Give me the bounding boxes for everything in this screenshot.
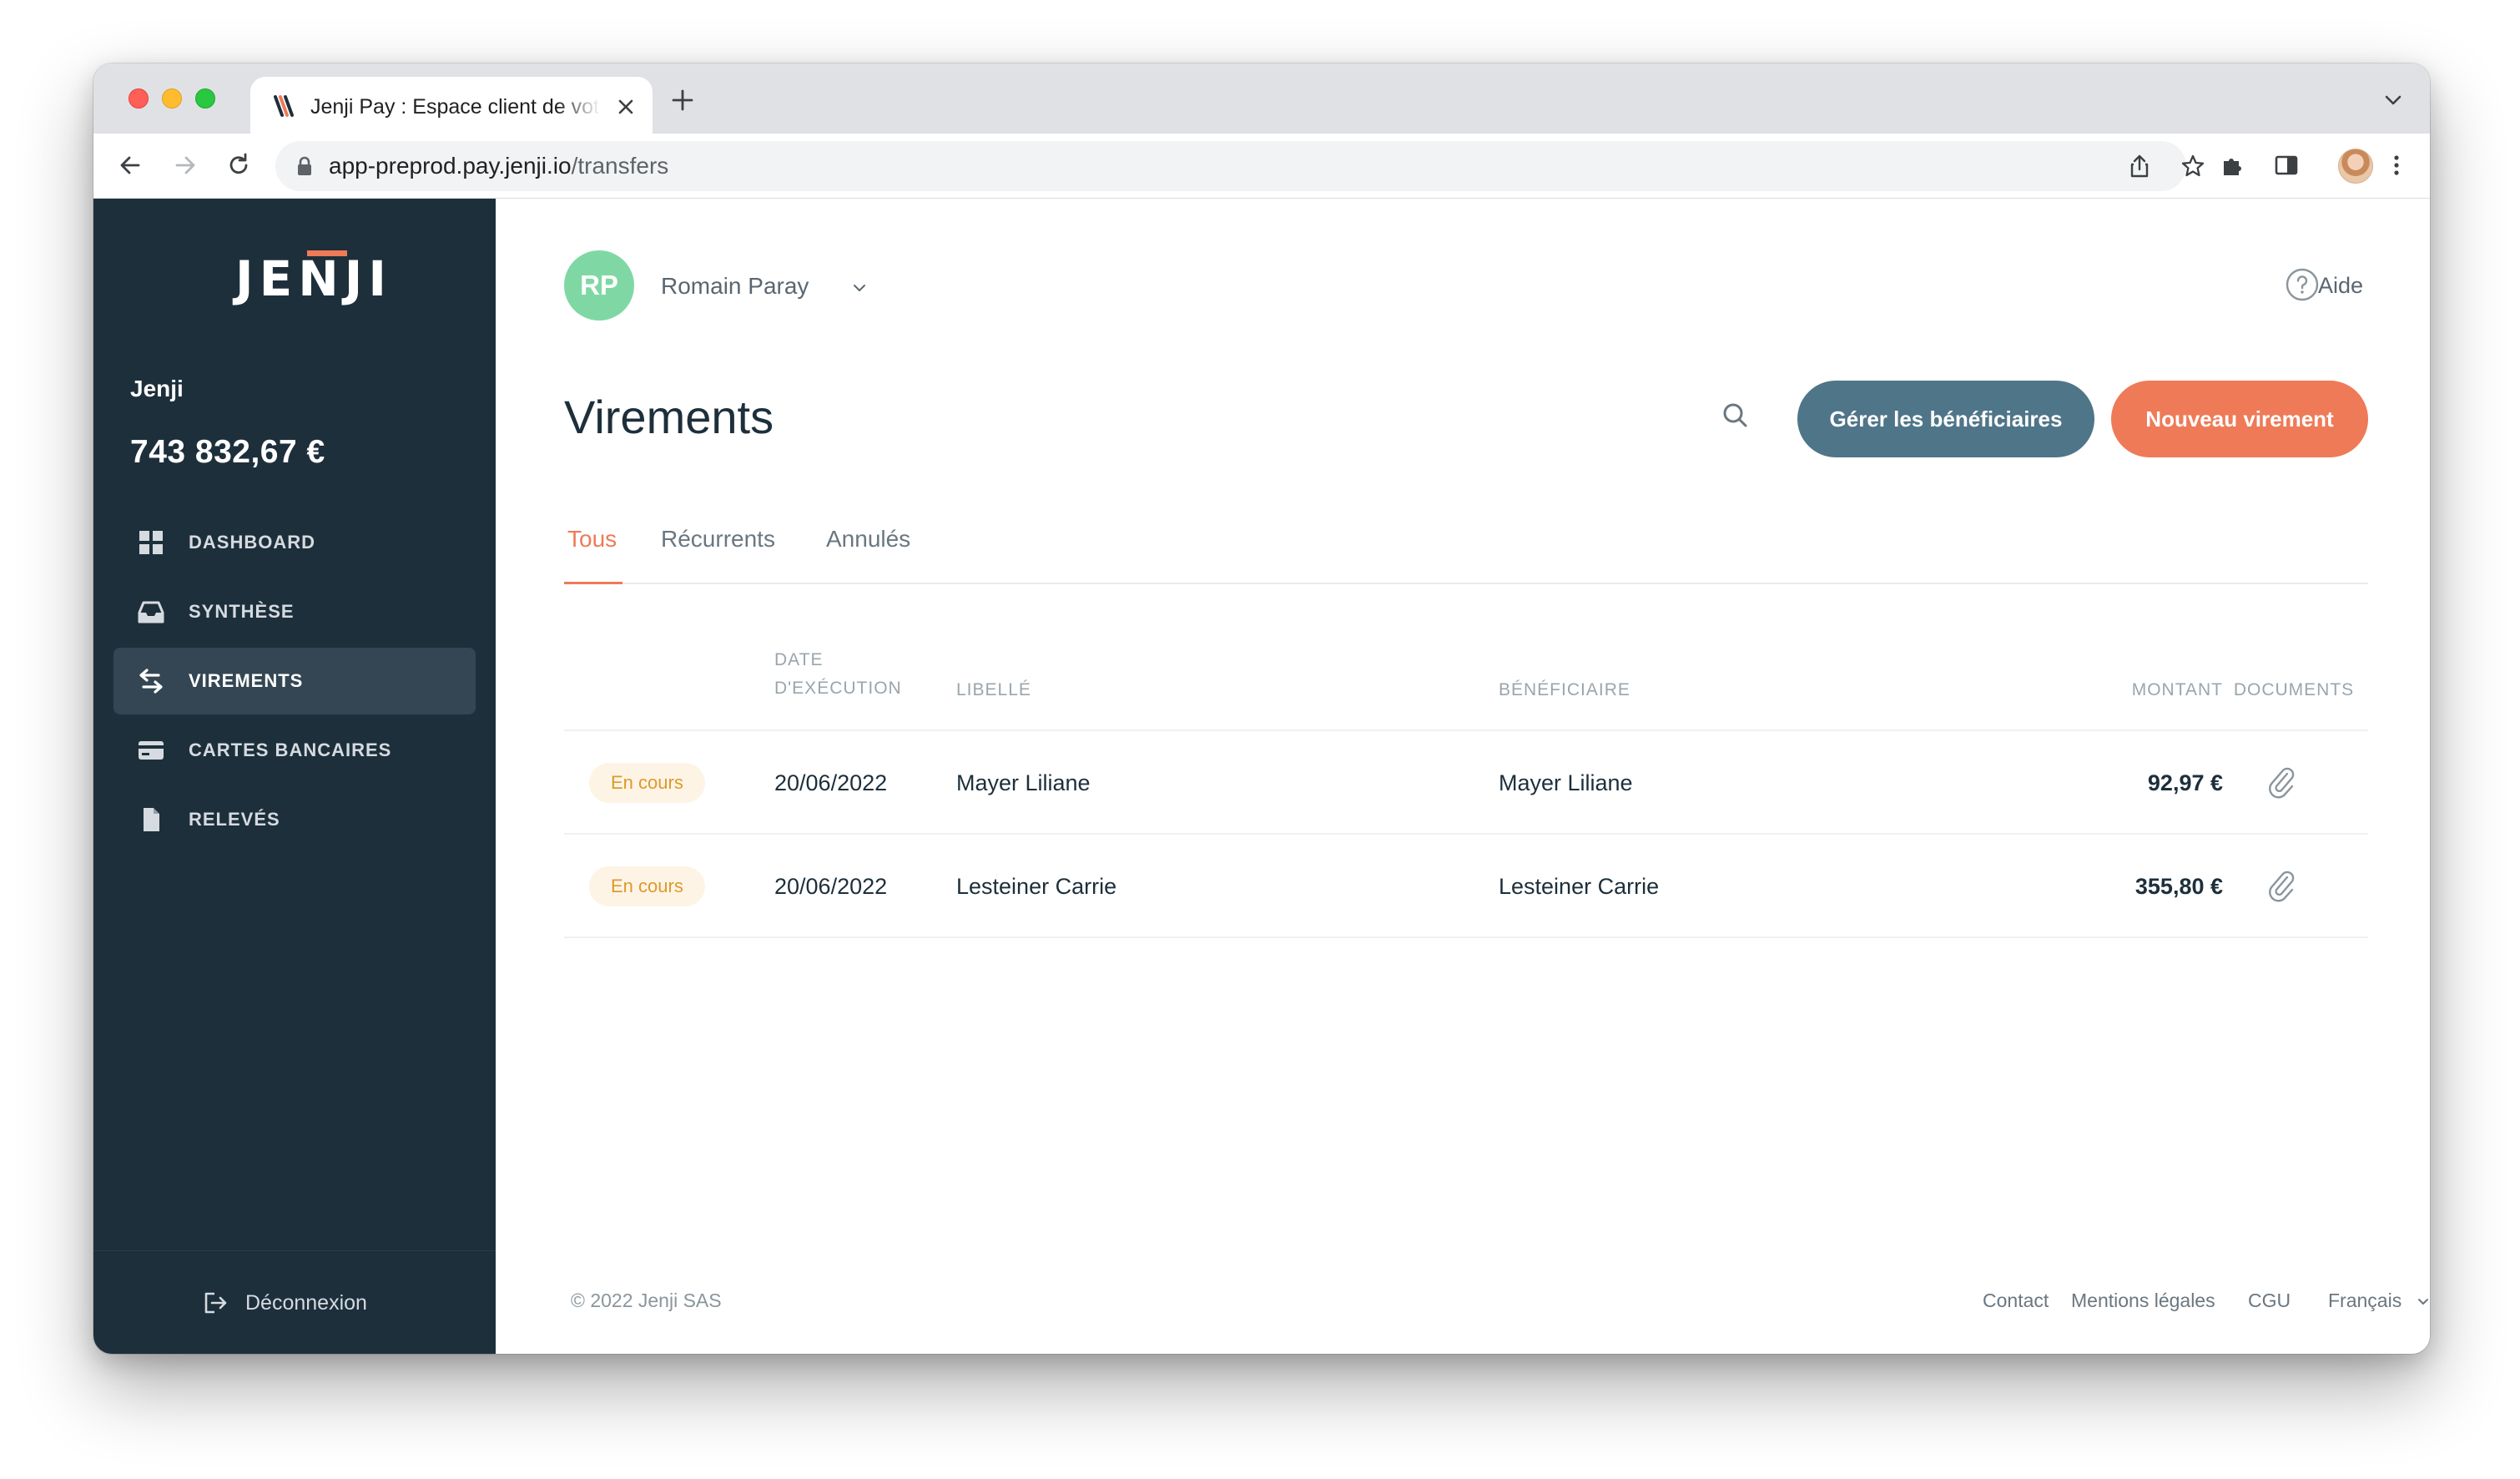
status-badge: En cours [589, 866, 705, 906]
sidebar-item-dashboard[interactable]: DASHBOARD [113, 509, 476, 576]
browser-tab[interactable]: Jenji Pay : Espace client de votre compt… [250, 77, 653, 134]
app-container: JENJI Jenji 743 832,67 € DASHBOARD SYNTH… [93, 199, 2430, 1354]
tab-recurrents[interactable]: Récurrents [661, 524, 775, 554]
browser-tabstrip: Jenji Pay : Espace client de votre compt… [93, 63, 2430, 134]
status-badge: En cours [589, 763, 705, 803]
sidebar-item-label: VIREMENTS [189, 670, 304, 691]
active-tab-indicator [564, 582, 622, 584]
footer-link-mentions-legales[interactable]: Mentions légales [2071, 1288, 2215, 1313]
main-content: RP Romain Paray Aide Virements Gérer les… [496, 199, 2430, 1354]
column-header-montant[interactable]: MONTANT [2066, 676, 2223, 704]
lock-icon[interactable] [295, 156, 314, 176]
bookmark-star-icon[interactable] [2180, 153, 2206, 179]
sidebar-item-cartes-bancaires[interactable]: CARTES BANCAIRES [113, 717, 476, 784]
footer-copyright: © 2022 Jenji SAS [571, 1290, 722, 1311]
transfer-tabs: Tous Récurrents Annulés [564, 516, 2368, 584]
tab-title: Jenji Pay : Espace client de votre compt… [310, 95, 601, 119]
extensions-puzzle-icon[interactable] [2220, 152, 2246, 179]
tab-search-chevron-icon[interactable] [2381, 88, 2405, 112]
new-transfer-button[interactable]: Nouveau virement [2111, 381, 2368, 457]
browser-window: Jenji Pay : Espace client de votre compt… [93, 63, 2430, 1354]
search-icon[interactable] [1716, 396, 1756, 436]
user-avatar[interactable]: RP [564, 250, 634, 321]
account-balance: 743 832,67 € [130, 434, 325, 470]
sidebar-item-label: SYNTHÈSE [189, 601, 295, 622]
maximize-window-button[interactable] [195, 88, 215, 109]
logout-icon[interactable] [202, 1290, 229, 1316]
browser-menu-dots-icon[interactable] [2383, 152, 2410, 179]
sidebar-item-label: RELEVÉS [189, 809, 280, 830]
jenji-logo[interactable]: JENJI [235, 249, 392, 309]
reload-icon[interactable] [224, 150, 254, 180]
language-selector[interactable]: Français [2328, 1288, 2402, 1313]
inbox-tray-icon [138, 601, 164, 623]
sidebar-item-releves[interactable]: RELEVÉS [113, 786, 476, 853]
document-icon [144, 808, 159, 831]
sidebar-nav: DASHBOARD SYNTHÈSE VIREMENTS CARTES BANC… [113, 509, 476, 856]
footer-link-contact[interactable]: Contact [1983, 1288, 2049, 1313]
sidebar-item-label: DASHBOARD [189, 532, 315, 553]
share-icon[interactable] [2126, 153, 2153, 179]
minimize-window-button[interactable] [162, 88, 182, 109]
sidebar-footer: Déconnexion [93, 1250, 496, 1354]
sidebar: JENJI Jenji 743 832,67 € DASHBOARD SYNTH… [93, 199, 496, 1354]
column-header-date-line1: DATE [774, 650, 824, 669]
table-row[interactable]: En cours 20/06/2022 Lesteiner Carrie Les… [564, 835, 2368, 938]
row-date: 20/06/2022 [774, 874, 888, 899]
chevron-down-icon[interactable] [2417, 1297, 2430, 1306]
chevron-down-icon[interactable] [851, 282, 868, 294]
sidebar-item-label: CARTES BANCAIRES [189, 740, 392, 760]
sidebar-item-virements[interactable]: VIREMENTS [113, 648, 476, 714]
row-amount: 355,80 € [2134, 874, 2223, 899]
manage-beneficiaries-button[interactable]: Gérer les bénéficiaires [1797, 381, 2094, 457]
help-link[interactable]: Aide [2318, 271, 2363, 300]
sidebar-item-synthese[interactable]: SYNTHÈSE [113, 578, 476, 645]
browser-profile-avatar[interactable] [2338, 149, 2373, 184]
browser-toolbar: app-preprod.pay.jenji.io/transfers [93, 134, 2430, 199]
paperclip-icon[interactable] [2265, 765, 2298, 801]
transfer-arrows-icon [139, 669, 163, 694]
side-panel-icon[interactable] [2273, 152, 2300, 179]
credit-card-icon [139, 741, 164, 760]
new-tab-plus-icon[interactable] [669, 87, 696, 114]
address-bar[interactable]: app-preprod.pay.jenji.io/transfers [275, 141, 2205, 191]
row-amount: 92,97 € [2147, 770, 2223, 795]
forward-arrow-icon[interactable] [170, 150, 200, 180]
row-label: Mayer Liliane [956, 770, 1091, 795]
footer-link-cgu[interactable]: CGU [2248, 1288, 2291, 1313]
user-menu-name[interactable]: Romain Paray [661, 272, 809, 300]
row-date: 20/06/2022 [774, 770, 888, 795]
url-path: /transfers [571, 153, 669, 179]
close-tab-icon[interactable] [614, 95, 638, 119]
column-header-libelle[interactable]: LIBELLÉ [956, 676, 1031, 704]
tab-tous[interactable]: Tous [567, 524, 617, 554]
column-header-date-line2: D'EXÉCUTION [774, 679, 902, 698]
row-beneficiary: Lesteiner Carrie [1499, 874, 1660, 899]
back-arrow-icon[interactable] [115, 150, 145, 180]
table-header: DATE D'EXÉCUTION LIBELLÉ BÉNÉFICIAIRE MO… [564, 628, 2368, 731]
row-label: Lesteiner Carrie [956, 874, 1117, 899]
account-name: Jenji [130, 376, 184, 401]
dashboard-grid-icon [139, 531, 163, 554]
url-text[interactable]: app-preprod.pay.jenji.io/transfers [329, 153, 668, 179]
column-header-documents: DOCUMENTS [2233, 680, 2355, 699]
logout-link[interactable]: Déconnexion [245, 1290, 367, 1316]
table-row[interactable]: En cours 20/06/2022 Mayer Liliane Mayer … [564, 731, 2368, 835]
transfers-table: DATE D'EXÉCUTION LIBELLÉ BÉNÉFICIAIRE MO… [564, 628, 2368, 938]
page-title: Virements [564, 391, 774, 443]
row-beneficiary: Mayer Liliane [1499, 770, 1633, 795]
url-host: app-preprod.pay.jenji.io [329, 153, 572, 179]
column-header-beneficiaire[interactable]: BÉNÉFICIAIRE [1499, 676, 1630, 704]
paperclip-icon[interactable] [2265, 868, 2298, 905]
help-question-icon[interactable] [2285, 267, 2320, 302]
tab-annules[interactable]: Annulés [826, 524, 910, 554]
column-header-date[interactable]: DATE D'EXÉCUTION [774, 646, 902, 703]
jenji-favicon-icon [274, 95, 294, 117]
close-window-button[interactable] [129, 88, 149, 109]
